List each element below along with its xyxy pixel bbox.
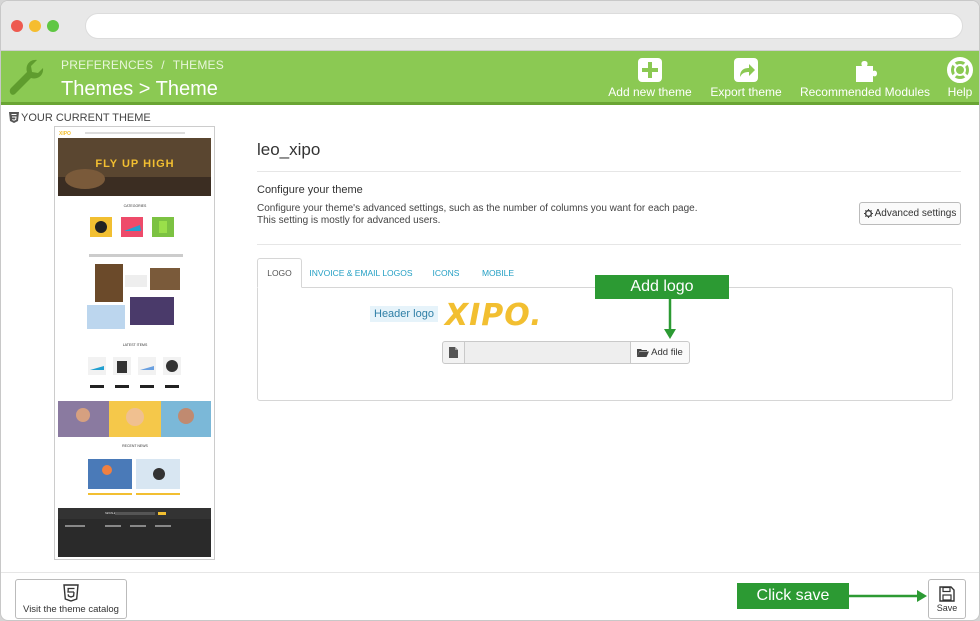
advanced-settings-label: Advanced settings xyxy=(874,208,957,219)
click-save-arrowhead xyxy=(917,590,927,602)
add-file-button[interactable]: Add file xyxy=(630,341,690,364)
help-button[interactable]: Help xyxy=(943,57,977,101)
add-new-theme-button[interactable]: Add new theme xyxy=(605,57,695,101)
preview-recent-news-heading: RECENT NEWS xyxy=(122,444,148,448)
theme-preview-image: XIPO FLY UP HIGH CATEGORIES LATEST ITEMS… xyxy=(54,126,215,560)
tab-mobile[interactable]: MOBILE xyxy=(475,258,521,288)
plus-icon xyxy=(638,58,662,82)
configure-heading: Configure your theme xyxy=(257,184,363,196)
close-window-icon[interactable] xyxy=(11,20,23,32)
browser-window: PREFERENCES / THEMES Themes > Theme Add ne… xyxy=(0,0,980,621)
save-button[interactable]: Save xyxy=(928,579,966,619)
visit-theme-catalog-button[interactable]: Visit the theme catalog xyxy=(15,579,127,619)
floppy-disk-icon xyxy=(939,586,955,602)
preview-latest-items-heading: LATEST ITEMS xyxy=(123,343,148,347)
logo-file-upload: Add file xyxy=(442,341,690,364)
file-icon-box xyxy=(442,341,465,364)
theme-screenshot: XIPO FLY UP HIGH CATEGORIES LATEST ITEMS… xyxy=(55,127,214,559)
current-logo-image: XIPO. xyxy=(445,298,543,333)
gear-icon xyxy=(863,209,873,218)
footer-divider xyxy=(1,572,979,573)
logo-file-input[interactable] xyxy=(465,341,631,364)
minimize-window-icon[interactable] xyxy=(29,20,41,32)
add-new-theme-label: Add new theme xyxy=(608,85,692,99)
html5-icon xyxy=(63,584,79,602)
lifebuoy-icon xyxy=(947,57,973,83)
preview-logo: XIPO xyxy=(59,131,71,137)
breadcrumb: PREFERENCES / THEMES xyxy=(61,58,224,72)
header-logo-label: Header logo xyxy=(370,306,438,322)
browser-chrome xyxy=(1,1,979,51)
current-theme-heading: YOUR CURRENT THEME xyxy=(9,112,151,124)
help-label: Help xyxy=(947,85,973,99)
recommended-modules-label: Recommended Modules xyxy=(799,85,931,99)
breadcrumb-preferences[interactable]: PREFERENCES xyxy=(61,58,153,72)
configure-description: Configure your theme's advanced settings… xyxy=(257,203,698,226)
breadcrumb-themes[interactable]: THEMES xyxy=(173,58,224,72)
preview-categories-heading: CATEGORIES xyxy=(124,204,147,208)
click-save-callout: Click save xyxy=(737,583,849,609)
save-label: Save xyxy=(936,603,958,613)
export-theme-button[interactable]: Export theme xyxy=(706,57,786,101)
divider xyxy=(257,244,961,245)
advanced-settings-button[interactable]: Advanced settings xyxy=(859,202,961,225)
share-icon xyxy=(734,58,758,82)
admin-header-bar: PREFERENCES / THEMES Themes > Theme Add ne… xyxy=(1,51,979,105)
add-logo-callout: Add logo xyxy=(595,275,729,299)
tab-logo[interactable]: LOGO xyxy=(257,258,302,288)
theme-name: leo_xipo xyxy=(257,140,321,159)
visit-theme-catalog-label: Visit the theme catalog xyxy=(23,604,119,615)
puzzle-icon xyxy=(856,61,877,82)
current-theme-label: YOUR CURRENT THEME xyxy=(21,112,151,124)
maximize-window-icon[interactable] xyxy=(47,20,59,32)
folder-open-icon xyxy=(637,349,650,357)
export-theme-label: Export theme xyxy=(710,85,782,99)
add-file-label: Add file xyxy=(651,347,683,358)
wrench-icon xyxy=(9,59,44,95)
recommended-modules-button[interactable]: Recommended Modules xyxy=(795,57,935,101)
html5-icon xyxy=(9,112,19,123)
divider xyxy=(257,171,961,172)
address-bar[interactable] xyxy=(85,13,963,39)
breadcrumb-separator: / xyxy=(161,58,165,72)
file-icon xyxy=(449,347,458,358)
preview-hero-text: FLY UP HIGH xyxy=(95,158,174,170)
tab-invoice-email-logos[interactable]: INVOICE & EMAIL LOGOS xyxy=(309,258,413,288)
page-title: Themes > Theme xyxy=(61,78,218,100)
tab-icons[interactable]: ICONS xyxy=(425,258,467,288)
